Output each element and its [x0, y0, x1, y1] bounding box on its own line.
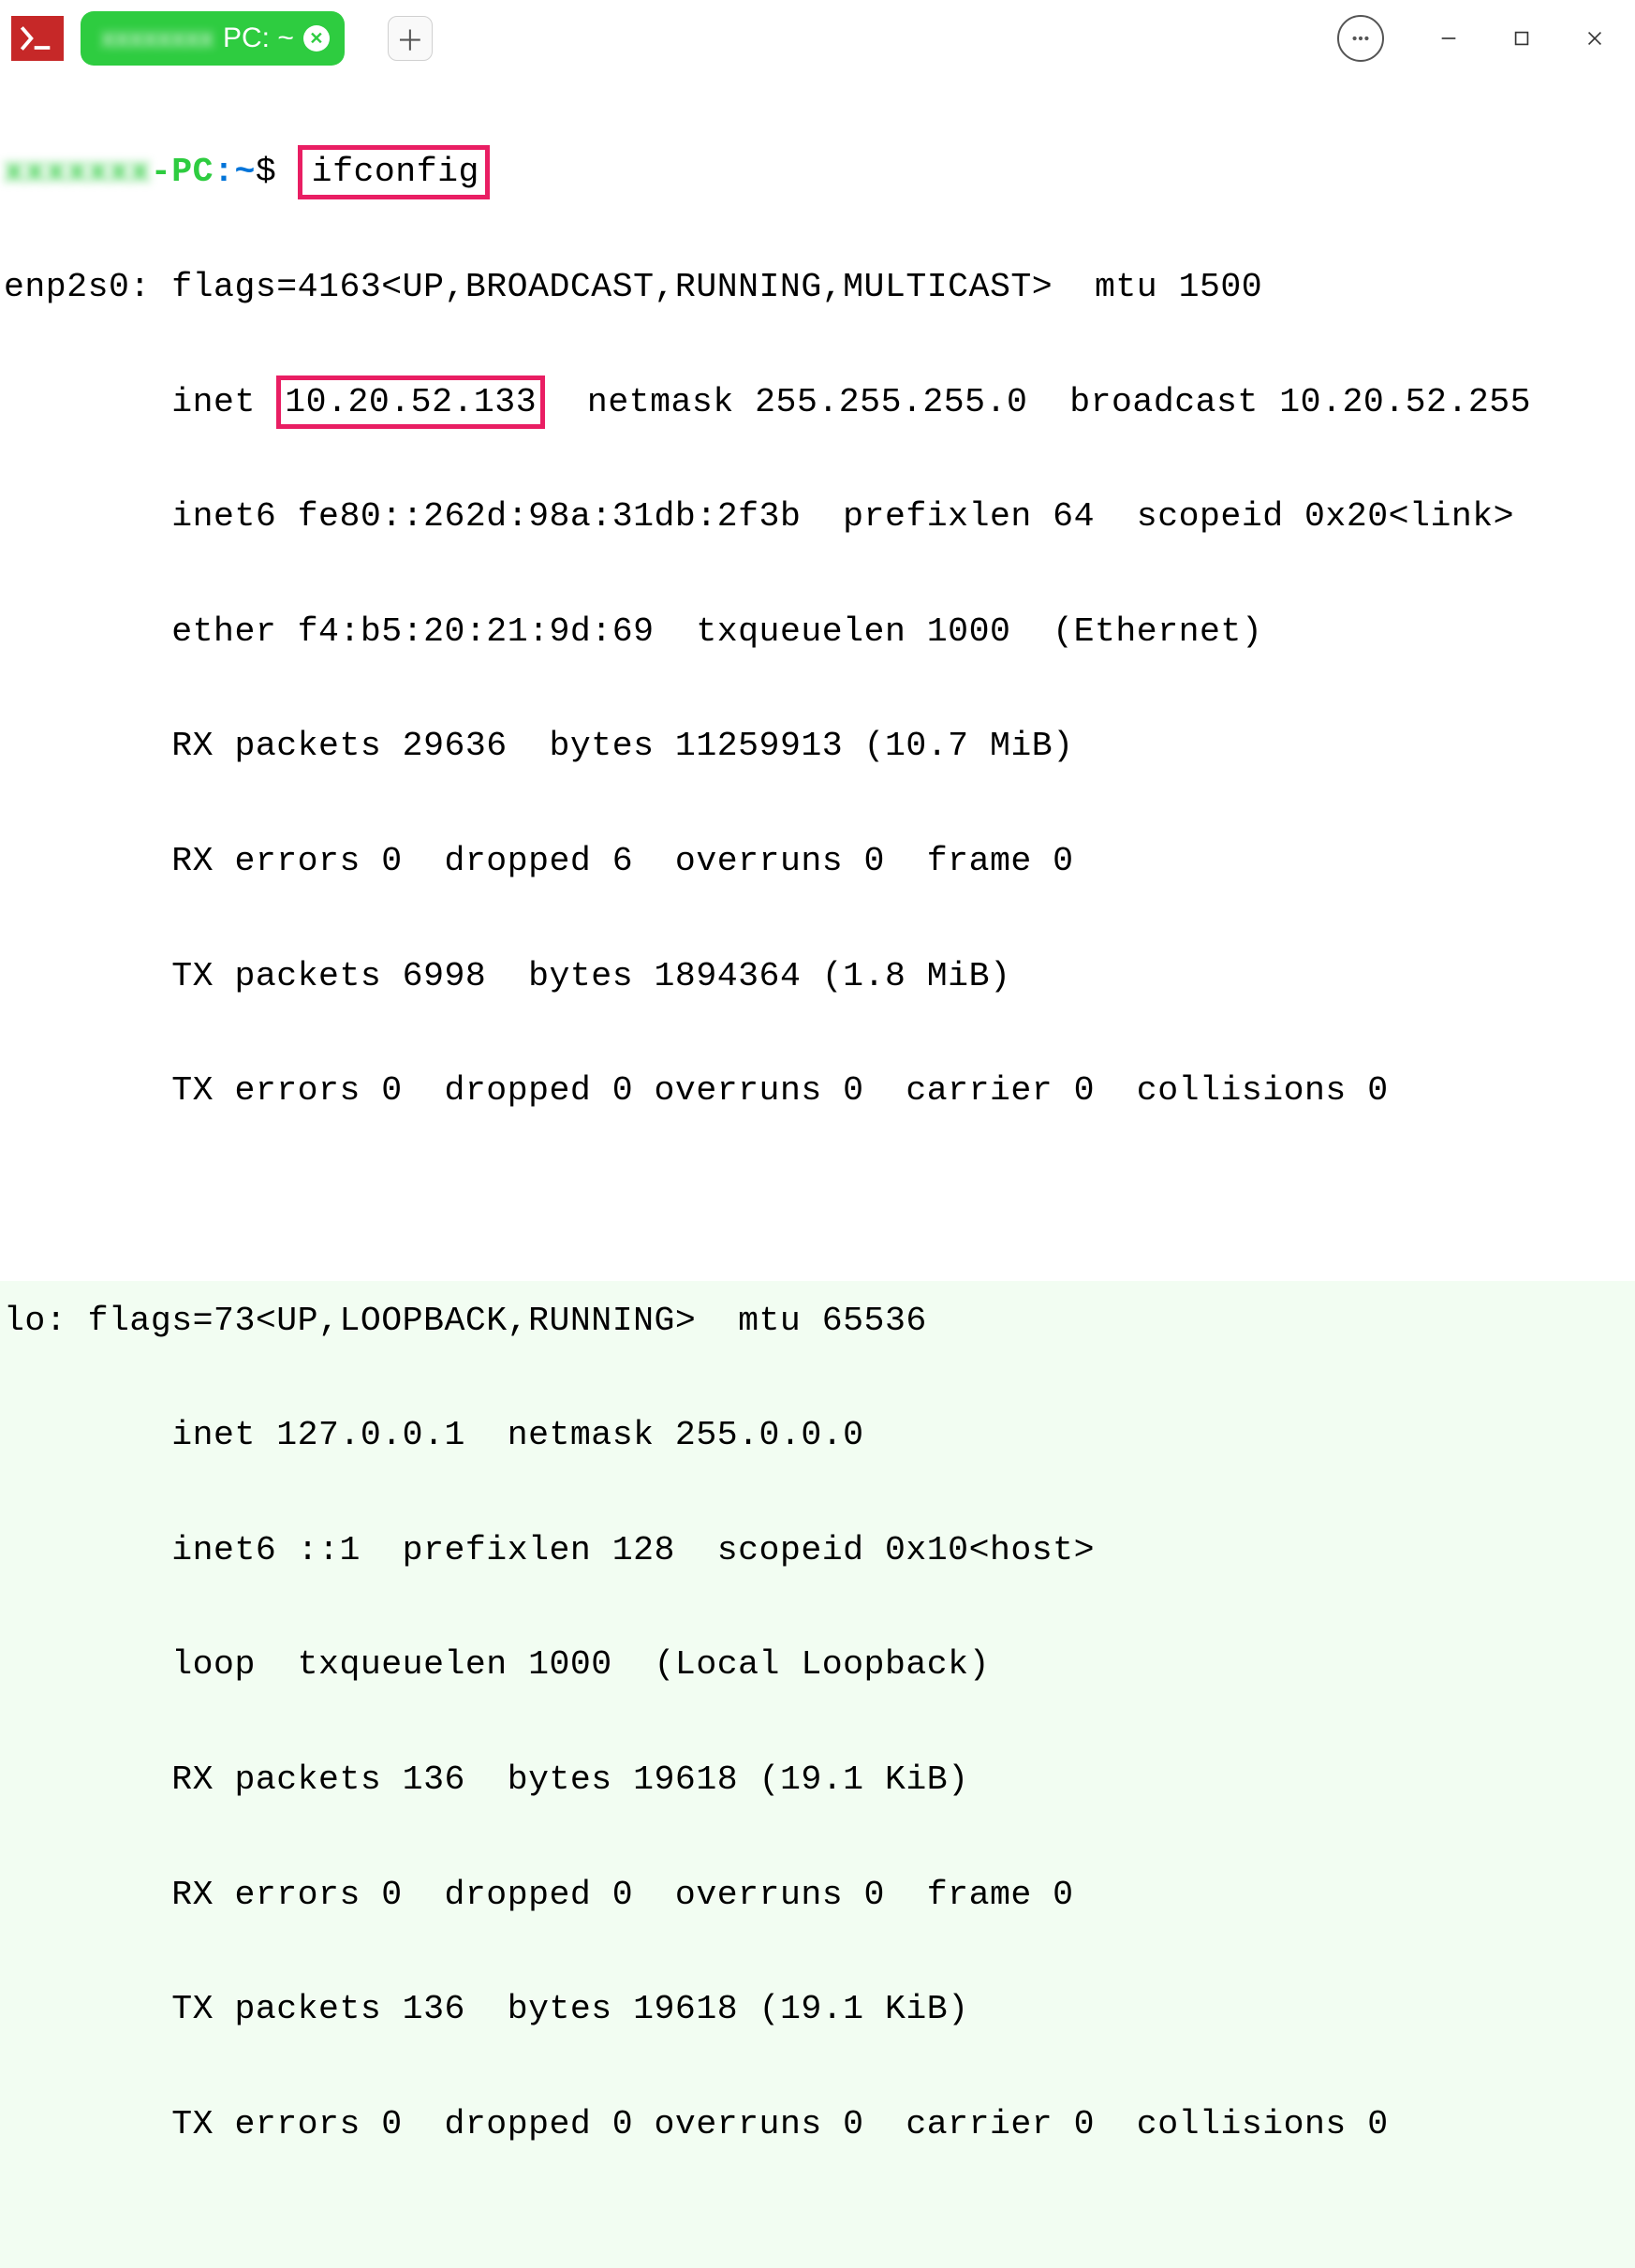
out-lo-rxe: RX errors 0 dropped 0 overruns 0 frame 0: [4, 1866, 1631, 1923]
titlebar: xxxxxxxx PC: ~ ✕ ＋: [0, 0, 1635, 77]
out-lo-inet6: inet6 ::1 prefixlen 128 scopeid 0x10<hos…: [4, 1522, 1631, 1579]
terminal-window: xxxxxxxx PC: ~ ✕ ＋ xxxxxxx-PC:~$ ifconfi…: [0, 0, 1635, 1281]
window-controls: [1337, 0, 1631, 77]
maximize-button[interactable]: [1485, 10, 1558, 66]
inet-rest: netmask 255.255.255.0 broadcast 10.20.52…: [545, 383, 1531, 421]
minimize-button[interactable]: [1412, 10, 1485, 66]
ip-highlight: 10.20.52.133: [276, 376, 545, 430]
prompt-line: xxxxxxx-PC:~$ ifconfig: [4, 143, 1631, 200]
tab-close-icon[interactable]: ✕: [303, 25, 330, 52]
out-lo-txp: TX packets 136 bytes 19618 (19.1 KiB): [4, 1981, 1631, 2038]
out-enp2s0-txp: TX packets 6998 bytes 1894364 (1.8 MiB): [4, 948, 1631, 1005]
prompt-host: -PC: [151, 153, 214, 191]
out-blank: [4, 1177, 1631, 1234]
terminal-app-icon[interactable]: [11, 16, 64, 61]
out-enp2s0-ether: ether f4:b5:20:21:9d:69 txqueuelen 1000 …: [4, 603, 1631, 660]
more-icon[interactable]: [1337, 15, 1384, 62]
prompt-colon: :: [214, 153, 234, 191]
out-lo-txe: TX errors 0 dropped 0 overruns 0 carrier…: [4, 2096, 1631, 2153]
close-button[interactable]: [1558, 10, 1631, 66]
tab-active[interactable]: xxxxxxxx PC: ~ ✕: [81, 11, 345, 66]
out-enp2s0-inet: inet 10.20.52.133 netmask 255.255.255.0 …: [4, 374, 1631, 431]
out-lo-header: lo: flags=73<UP,LOOPBACK,RUNNING> mtu 65…: [4, 1292, 1631, 1349]
out-lo-rxp: RX packets 136 bytes 19618 (19.1 KiB): [4, 1751, 1631, 1808]
terminal-output[interactable]: xxxxxxx-PC:~$ ifconfig enp2s0: flags=416…: [0, 77, 1635, 2268]
tab-label-blurred: xxxxxxxx: [101, 22, 214, 54]
new-tab-button[interactable]: ＋: [388, 16, 433, 61]
inet-prefix: inet: [4, 383, 276, 421]
prompt-sigil: $: [256, 153, 276, 191]
out-enp2s0-txe: TX errors 0 dropped 0 overruns 0 carrier…: [4, 1062, 1631, 1119]
prompt-path: ~: [234, 153, 255, 191]
out-enp2s0-rxp: RX packets 29636 bytes 11259913 (10.7 Mi…: [4, 717, 1631, 774]
command-highlight: ifconfig: [298, 145, 490, 199]
prompt-user: xxxxxxx: [4, 153, 151, 191]
out-lo-inet: inet 127.0.0.1 netmask 255.0.0.0: [4, 1406, 1631, 1464]
out-enp2s0-inet6: inet6 fe80::262d:98a:31db:2f3b prefixlen…: [4, 488, 1631, 545]
out-lo-loop: loop txqueuelen 1000 (Local Loopback): [4, 1636, 1631, 1693]
out-enp2s0-rxe: RX errors 0 dropped 6 overruns 0 frame 0: [4, 832, 1631, 890]
tab-label: PC: ~: [223, 22, 294, 54]
out-enp2s0-header: enp2s0: flags=4163<UP,BROADCAST,RUNNING,…: [4, 258, 1631, 316]
